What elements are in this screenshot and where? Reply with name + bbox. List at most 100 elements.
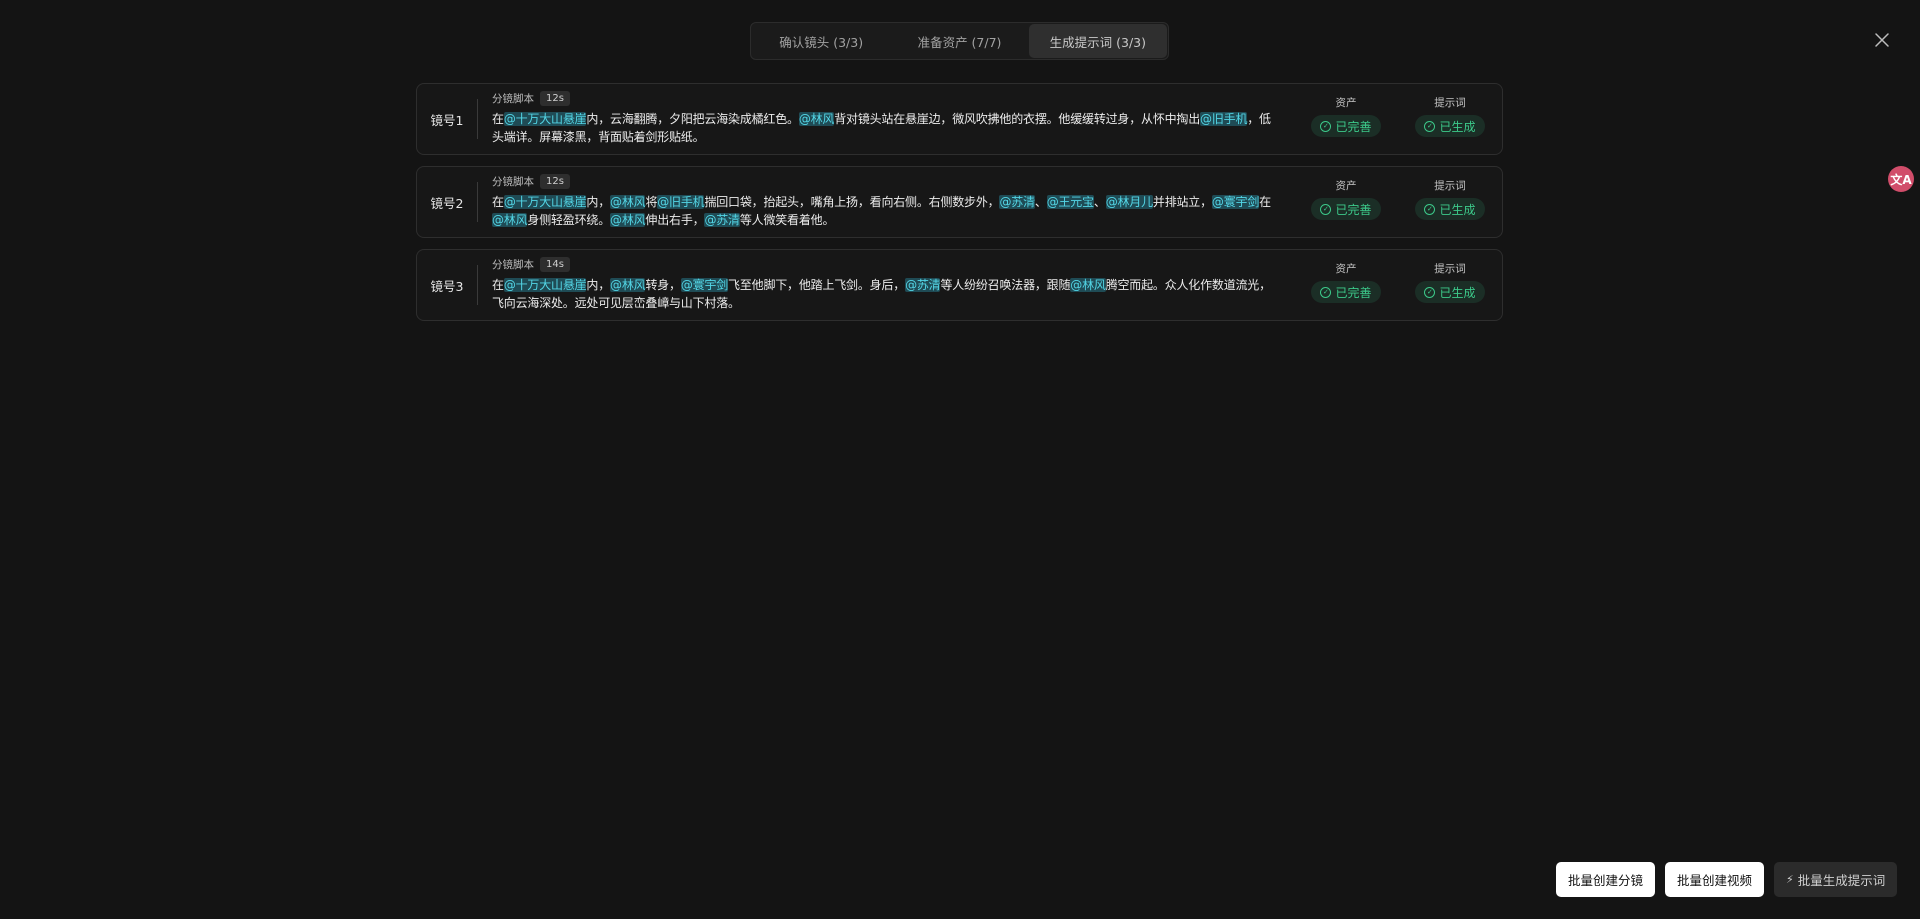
- shot-card: 镜号2 分镜脚本 12s 在@十万大山悬崖内，@林风将@旧手机揣回口袋，抬起头，…: [416, 166, 1503, 238]
- mention-tag[interactable]: @苏清: [905, 278, 941, 292]
- script-label: 分镜脚本: [492, 92, 534, 105]
- shot-script: 在@十万大山悬崖内，@林风将@旧手机揣回口袋，抬起头，嘴角上扬，看向右侧。右侧数…: [492, 193, 1282, 229]
- prompt-status-text: 已生成: [1439, 285, 1476, 300]
- shot-number: 镜号1: [430, 112, 464, 128]
- check-circle-icon: ✓: [1424, 286, 1436, 298]
- script-text: 内，: [586, 195, 611, 209]
- bottom-actions: 批量创建分镜 批量创建视频 ⚡ 批量生成提示词: [1556, 862, 1898, 897]
- asset-status-text: 已完善: [1335, 285, 1372, 300]
- script-text: 、: [1093, 195, 1106, 209]
- check-circle-icon: ✓: [1320, 203, 1332, 215]
- mention-tag[interactable]: @旧手机: [657, 195, 705, 209]
- script-text: 等人纷纷召唤法器，跟随: [940, 278, 1071, 292]
- mention-tag[interactable]: @十万大山悬崖: [503, 195, 587, 209]
- script-text: 在: [492, 278, 504, 292]
- lightning-icon: ⚡: [1786, 873, 1794, 886]
- script-text: 转身，: [645, 278, 681, 292]
- mention-tag[interactable]: @十万大山悬崖: [503, 278, 587, 292]
- duration-badge: 12s: [540, 173, 570, 189]
- script-text: 内，云海翻腾，夕阳把云海染成橘红色。: [586, 112, 799, 126]
- asset-column-title: 资产: [1335, 97, 1357, 109]
- mention-tag[interactable]: @林风: [610, 278, 646, 292]
- script-text: 飞至他脚下，他踏上飞剑。身后，: [728, 278, 906, 292]
- shot-meta: 分镜脚本 14s: [492, 255, 1294, 273]
- shot-number: 镜号3: [430, 278, 464, 294]
- mention-tag[interactable]: @林风: [798, 112, 834, 126]
- prompt-status-column: 提示词 ✓ 已生成: [1398, 167, 1502, 237]
- asset-status-badge[interactable]: ✓ 已完善: [1311, 281, 1381, 303]
- asset-status-column: 资产 ✓ 已完善: [1294, 250, 1398, 320]
- shot-body: 分镜脚本 12s 在@十万大山悬崖内，云海翻腾，夕阳把云海染成橘红色。@林风背对…: [478, 84, 1294, 154]
- shot-body: 分镜脚本 12s 在@十万大山悬崖内，@林风将@旧手机揣回口袋，抬起头，嘴角上扬…: [478, 167, 1294, 237]
- close-icon[interactable]: [1873, 31, 1891, 49]
- check-circle-icon: ✓: [1320, 120, 1332, 132]
- mention-tag[interactable]: @林风: [492, 213, 528, 227]
- tab-generate-prompts[interactable]: 生成提示词 (3/3): [1028, 24, 1167, 58]
- shot-script: 在@十万大山悬崖内，云海翻腾，夕阳把云海染成橘红色。@林风背对镜头站在悬崖边，微…: [492, 110, 1282, 146]
- script-text: 内，: [586, 278, 611, 292]
- prompt-status-badge[interactable]: ✓ 已生成: [1415, 281, 1485, 303]
- prompt-status-column: 提示词 ✓ 已生成: [1398, 250, 1502, 320]
- prompt-column-title: 提示词: [1434, 180, 1466, 192]
- prompt-status-text: 已生成: [1439, 119, 1476, 134]
- script-text: 在: [492, 195, 504, 209]
- step-tabs: 确认镜头 (3/3) 准备资产 (7/7) 生成提示词 (3/3): [750, 22, 1169, 60]
- batch-create-storyboard-button[interactable]: 批量创建分镜: [1556, 862, 1656, 897]
- shot-card: 镜号3 分镜脚本 14s 在@十万大山悬崖内，@林风转身，@寰宇剑飞至他脚下，他…: [416, 249, 1503, 321]
- batch-create-video-button[interactable]: 批量创建视频: [1665, 862, 1765, 897]
- mention-tag[interactable]: @旧手机: [1200, 112, 1247, 126]
- shot-meta: 分镜脚本 12s: [492, 172, 1294, 190]
- prompt-status-column: 提示词 ✓ 已生成: [1398, 84, 1502, 154]
- batch-generate-prompts-button[interactable]: ⚡ 批量生成提示词: [1774, 862, 1898, 897]
- check-circle-icon: ✓: [1424, 203, 1436, 215]
- mention-tag[interactable]: @十万大山悬崖: [503, 112, 587, 126]
- check-circle-icon: ✓: [1424, 120, 1436, 132]
- mention-tag[interactable]: @林风: [1070, 278, 1106, 292]
- script-text: 将: [645, 195, 658, 209]
- mention-tag[interactable]: @林风: [610, 213, 646, 227]
- asset-status-text: 已完善: [1335, 119, 1372, 134]
- shot-number: 镜号2: [430, 195, 464, 211]
- script-text: 并排站立，: [1152, 195, 1212, 209]
- shot-script: 在@十万大山悬崖内，@林风转身，@寰宇剑飞至他脚下，他踏上飞剑。身后，@苏清等人…: [492, 276, 1282, 312]
- script-label: 分镜脚本: [492, 175, 534, 188]
- shot-list: 镜号1 分镜脚本 12s 在@十万大山悬崖内，云海翻腾，夕阳把云海染成橘红色。@…: [416, 83, 1503, 332]
- asset-status-text: 已完善: [1335, 202, 1372, 217]
- translate-icon[interactable]: 文A: [1888, 166, 1914, 192]
- asset-status-column: 资产 ✓ 已完善: [1294, 84, 1398, 154]
- prompt-column-title: 提示词: [1434, 263, 1466, 275]
- script-text: 、: [1034, 195, 1047, 209]
- script-text: 背对镜头站在悬崖边，微风吹拂他的衣摆。他缓缓转过身，从怀中掏出: [834, 112, 1201, 126]
- tab-prepare-assets[interactable]: 准备资产 (7/7): [890, 24, 1028, 58]
- prompt-status-text: 已生成: [1439, 202, 1476, 217]
- asset-column-title: 资产: [1335, 180, 1357, 192]
- duration-badge: 14s: [540, 256, 570, 272]
- asset-status-column: 资产 ✓ 已完善: [1294, 167, 1398, 237]
- prompt-status-badge[interactable]: ✓ 已生成: [1415, 198, 1485, 220]
- script-text: 揣回口袋，抬起头，嘴角上扬，看向右侧。右侧数步外，: [704, 195, 1000, 209]
- mention-tag[interactable]: @寰宇剑: [680, 278, 728, 292]
- mention-tag[interactable]: @寰宇剑: [1211, 195, 1259, 209]
- script-text: 身侧轻盈环绕。: [527, 213, 611, 227]
- shot-meta: 分镜脚本 12s: [492, 89, 1294, 107]
- shot-body: 分镜脚本 14s 在@十万大山悬崖内，@林风转身，@寰宇剑飞至他脚下，他踏上飞剑…: [478, 250, 1294, 320]
- mention-tag[interactable]: @林月儿: [1105, 195, 1153, 209]
- mention-tag[interactable]: @苏清: [999, 195, 1035, 209]
- mention-tag[interactable]: @王元宝: [1046, 195, 1094, 209]
- mention-tag[interactable]: @林风: [610, 195, 646, 209]
- duration-badge: 12s: [540, 90, 570, 106]
- prompt-column-title: 提示词: [1434, 97, 1466, 109]
- script-label: 分镜脚本: [492, 258, 534, 271]
- script-text: 在: [492, 112, 504, 126]
- asset-status-badge[interactable]: ✓ 已完善: [1311, 198, 1381, 220]
- check-circle-icon: ✓: [1320, 286, 1332, 298]
- shot-card: 镜号1 分镜脚本 12s 在@十万大山悬崖内，云海翻腾，夕阳把云海染成橘红色。@…: [416, 83, 1503, 155]
- script-text: 在: [1259, 195, 1271, 209]
- tab-confirm-shots[interactable]: 确认镜头 (3/3): [752, 24, 890, 58]
- script-text: 等人微笑看着他。: [739, 213, 835, 227]
- asset-status-badge[interactable]: ✓ 已完善: [1311, 115, 1381, 137]
- script-text: 伸出右手，: [645, 213, 705, 227]
- prompt-status-badge[interactable]: ✓ 已生成: [1415, 115, 1485, 137]
- asset-column-title: 资产: [1335, 263, 1357, 275]
- mention-tag[interactable]: @苏清: [704, 213, 740, 227]
